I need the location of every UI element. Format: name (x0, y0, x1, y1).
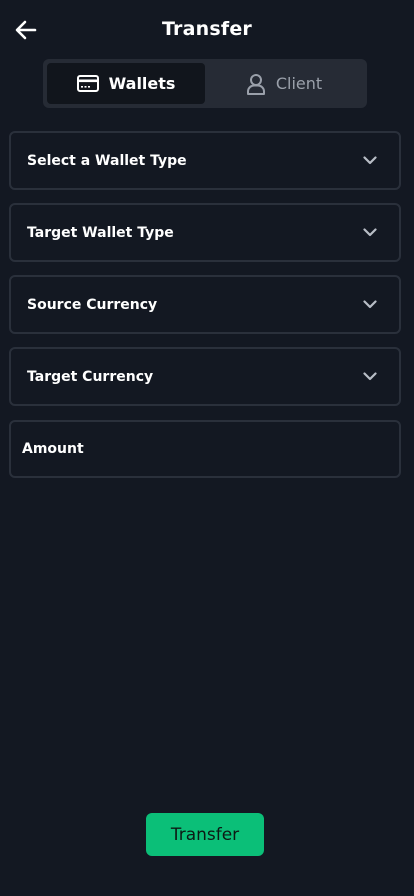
tab-wallets[interactable]: Wallets (47, 63, 205, 104)
chevron-down-icon (363, 369, 379, 385)
tab-client[interactable]: Client (205, 63, 363, 104)
transfer-type-tabs: Wallets Client (43, 59, 367, 108)
target-currency-select[interactable]: Target Currency (9, 347, 401, 406)
source-currency-label: Source Currency (27, 296, 158, 313)
chevron-down-icon (363, 225, 379, 241)
user-icon (246, 73, 265, 95)
header: Transfer (0, 0, 414, 60)
source-currency-select[interactable]: Source Currency (9, 275, 401, 334)
transfer-button[interactable]: Transfer (146, 813, 264, 856)
tab-client-label: Client (275, 74, 323, 93)
chevron-down-icon (363, 153, 379, 169)
amount-input[interactable] (9, 420, 401, 478)
target-currency-label: Target Currency (27, 368, 154, 385)
chevron-down-icon (363, 297, 379, 313)
page-title: Transfer (161, 18, 253, 40)
target-wallet-type-label: Target Wallet Type (27, 224, 174, 241)
target-wallet-type-select[interactable]: Target Wallet Type (9, 203, 401, 262)
transfer-screen: Transfer Wallets Client Select a Wallet … (0, 0, 414, 896)
tab-wallets-label: Wallets (108, 74, 176, 93)
credit-card-icon (76, 75, 99, 92)
wallet-type-label: Select a Wallet Type (27, 152, 187, 169)
wallet-type-select[interactable]: Select a Wallet Type (9, 131, 401, 190)
